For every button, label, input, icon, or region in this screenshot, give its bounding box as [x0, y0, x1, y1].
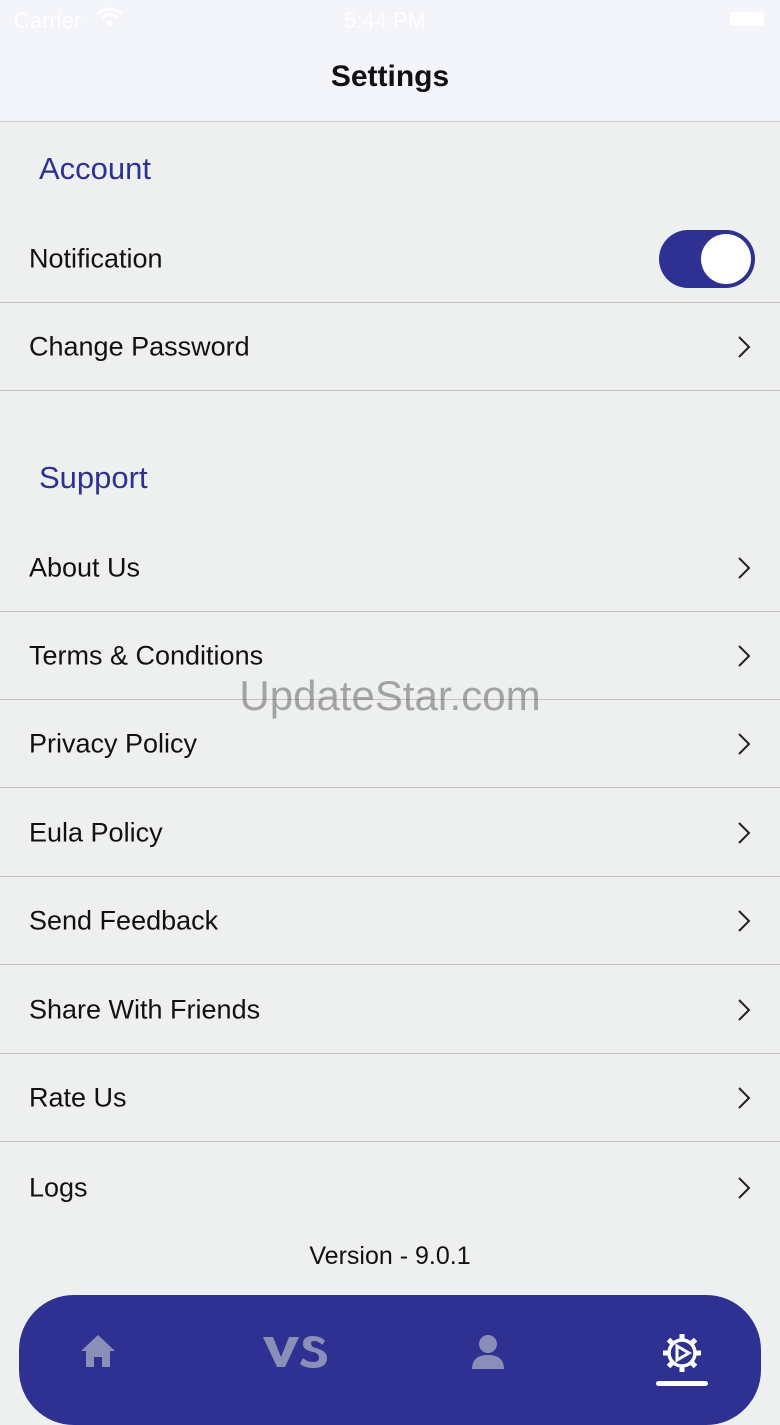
send-feedback-row[interactable]: Send Feedback: [0, 877, 780, 965]
navigation-bar: Settings: [0, 40, 780, 122]
chevron-right-icon: [738, 732, 751, 755]
chevron-right-icon: [738, 335, 751, 358]
rate-us-row[interactable]: Rate Us: [0, 1054, 780, 1142]
section-header-account: Account: [39, 151, 152, 186]
eula-policy-label: Eula Policy: [29, 817, 163, 847]
vs-icon: [263, 1336, 327, 1368]
about-us-row[interactable]: About Us: [0, 524, 780, 612]
chevron-right-icon: [738, 1086, 751, 1109]
version-label: Version - 9.0.1: [309, 1242, 471, 1270]
tab-bar: [19, 1295, 761, 1425]
terms-conditions-row[interactable]: Terms & Conditions: [0, 612, 780, 700]
tab-home[interactable]: [68, 1333, 128, 1377]
notification-toggle[interactable]: [659, 229, 755, 288]
toggle-knob: [701, 233, 751, 284]
tab-profile[interactable]: [458, 1333, 518, 1377]
tab-vs[interactable]: [261, 1333, 331, 1377]
section-header-support: Support: [39, 460, 148, 495]
chevron-right-icon: [738, 998, 751, 1021]
privacy-policy-label: Privacy Policy: [29, 728, 198, 758]
carrier-label: Carrier: [14, 8, 82, 33]
selected-tab-indicator: [656, 1381, 708, 1386]
eula-policy-row[interactable]: Eula Policy: [0, 789, 780, 877]
change-password-label: Change Password: [29, 331, 250, 361]
profile-icon: [472, 1335, 504, 1369]
wifi-icon: [96, 6, 124, 34]
chevron-right-icon: [738, 909, 751, 932]
chevron-right-icon: [738, 644, 751, 667]
tab-settings[interactable]: [652, 1333, 712, 1377]
logs-label: Logs: [29, 1172, 88, 1203]
send-feedback-label: Send Feedback: [29, 905, 219, 935]
page-title: Settings: [330, 60, 450, 93]
change-password-row[interactable]: Change Password: [0, 303, 780, 391]
share-with-friends-label: Share With Friends: [29, 994, 261, 1024]
logs-row[interactable]: Logs: [0, 1143, 780, 1233]
share-with-friends-row[interactable]: Share With Friends: [0, 966, 780, 1054]
privacy-policy-row[interactable]: Privacy Policy: [0, 700, 780, 788]
gear-icon: [663, 1334, 701, 1372]
battery-icon: [730, 12, 764, 26]
about-us-label: About Us: [29, 552, 141, 582]
status-time: 5:44 PM: [344, 8, 426, 33]
rate-us-label: Rate Us: [29, 1082, 127, 1112]
chevron-right-icon: [738, 556, 751, 579]
chevron-right-icon: [738, 1177, 751, 1199]
chevron-right-icon: [738, 821, 751, 844]
terms-conditions-label: Terms & Conditions: [29, 640, 264, 670]
status-bar: Carrier 5:44 PM: [0, 0, 780, 40]
notification-label: Notification: [29, 243, 163, 273]
home-icon: [81, 1335, 115, 1367]
notification-row: Notification: [0, 215, 780, 303]
